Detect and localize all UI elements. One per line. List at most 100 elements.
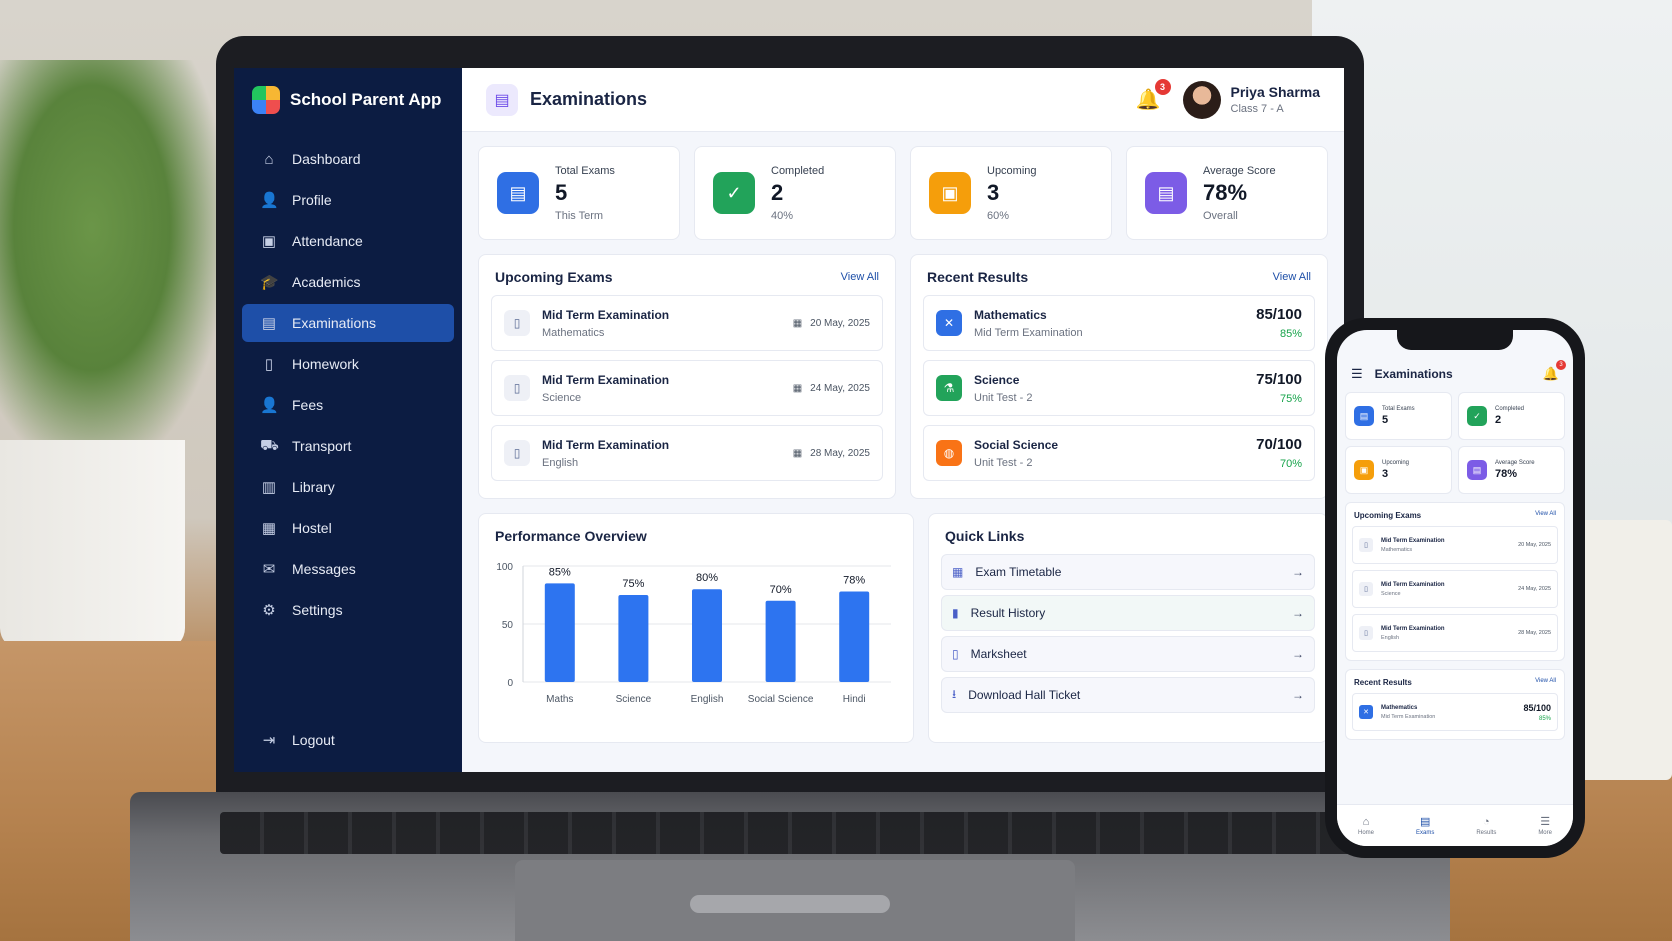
phone-nav-label: More bbox=[1538, 830, 1552, 836]
phone-result-item[interactable]: ✕ Mathematics Mid Term Examination 85/100 85… bbox=[1352, 693, 1558, 731]
sidebar-item-messages[interactable]: ✉ Messages bbox=[242, 550, 454, 588]
phone-exam-subject: Science bbox=[1381, 590, 1401, 597]
user-name: Priya Sharma bbox=[1230, 84, 1321, 100]
background-pot bbox=[0, 440, 185, 650]
phone-exam-subject: English bbox=[1381, 634, 1400, 641]
arrow-right-icon: → bbox=[1292, 606, 1304, 620]
sidebar-item-dashboard[interactable]: ⌂ Dashboard bbox=[242, 140, 454, 178]
sidebar-item-profile[interactable]: 👤 Profile bbox=[242, 181, 454, 219]
phone-notch bbox=[1397, 330, 1513, 350]
main-content: ▤ Examinations 🔔 3 Priya Sharma Class 7 … bbox=[462, 68, 1344, 772]
exam-title: Mid Term Examination bbox=[542, 307, 670, 322]
more-icon: ☰ bbox=[1540, 816, 1551, 828]
exam-list-item[interactable]: ▯ Mid Term Examination Mathematics ▦ 20 May,… bbox=[491, 295, 883, 351]
phone-stat-card: ▤ Average Score 78% bbox=[1458, 446, 1565, 494]
graduation-cap-icon: 🎓 bbox=[260, 274, 279, 291]
result-list-item[interactable]: ✕ Mathematics Mid Term Examination 85/100 85… bbox=[923, 295, 1315, 351]
result-list-item[interactable]: ◍ Social Science Unit Test - 2 70/100 70% bbox=[923, 425, 1315, 481]
exam-list-item[interactable]: ▯ Mid Term Examination Science ▦ 24 May, 202… bbox=[491, 360, 883, 416]
phone-notification-bell-icon[interactable]: 🔔 3 bbox=[1543, 360, 1566, 382]
calendar-icon: ▦ bbox=[792, 382, 803, 394]
phone-view-all-results-link[interactable]: View All bbox=[1535, 678, 1556, 687]
quick-link-download-hall-ticket[interactable]: ⭳ Download Hall Ticket → bbox=[941, 677, 1315, 713]
bar-value-label: 78% bbox=[843, 575, 865, 587]
exam-list-item[interactable]: ▯ Mid Term Examination English ▦ 28 May, 202… bbox=[491, 425, 883, 481]
stat-card: ▤ Total Exams 5 This Term bbox=[478, 146, 680, 240]
sidebar-item-settings[interactable]: ⚙ Settings bbox=[242, 591, 454, 629]
exam-title: Mid Term Examination bbox=[542, 437, 670, 452]
sidebar-nav: ⌂ Dashboard 👤 Profile ▣ Attendance 🎓 Academics ▤… bbox=[242, 140, 454, 629]
logout-icon: ⇥ bbox=[262, 732, 276, 749]
document-icon: ▯ bbox=[1359, 626, 1373, 640]
phone-nav-home[interactable]: ⌂ Home bbox=[1358, 816, 1374, 836]
gear-icon: ⚙ bbox=[262, 602, 276, 619]
stat-label: Completed bbox=[771, 164, 825, 177]
view-all-results-link[interactable]: View All bbox=[1273, 271, 1311, 283]
notification-bell-icon[interactable]: 🔔 3 bbox=[1136, 79, 1171, 112]
sidebar-item-label: Hostel bbox=[292, 520, 332, 536]
result-score: 85/100 bbox=[1256, 306, 1302, 323]
phone-exam-item[interactable]: ▯ Mid Term Examination Science 24 May, 2025 bbox=[1352, 570, 1558, 608]
result-subject: Social Science bbox=[974, 437, 1059, 452]
phone-nav-label: Exams bbox=[1415, 830, 1435, 836]
user-menu[interactable]: Priya Sharma Class 7 - A bbox=[1182, 80, 1321, 119]
phone-nav-results[interactable]: ◔ Results bbox=[1476, 816, 1496, 836]
view-all-upcoming-link[interactable]: View All bbox=[841, 271, 879, 283]
calendar-icon: ▦ bbox=[792, 447, 803, 459]
exam-date-text: 20 May, 2025 bbox=[810, 317, 870, 329]
phone-stat-label: Upcoming bbox=[1382, 460, 1410, 466]
result-score: 75/100 bbox=[1256, 371, 1302, 388]
calendar-check-icon: ▣ bbox=[261, 233, 277, 250]
phone-stat-card: ✓ Completed 2 bbox=[1458, 392, 1565, 440]
document-icon: ▯ bbox=[504, 310, 530, 336]
phone-exam-item[interactable]: ▯ Mid Term Examination Mathematics 20 May, … bbox=[1352, 526, 1558, 564]
sidebar-item-academics[interactable]: 🎓 Academics bbox=[242, 263, 454, 301]
stat-card: ✓ Completed 2 40% bbox=[694, 146, 896, 240]
phone-exam-item[interactable]: ▯ Mid Term Examination English 28 May, 2025 bbox=[1352, 614, 1558, 652]
quick-link-result-history[interactable]: ▮ Result History → bbox=[941, 595, 1315, 631]
building-icon: ▦ bbox=[261, 520, 277, 537]
upcoming-exams-panel: Upcoming Exams View All ▯ Mid Term Examin… bbox=[478, 254, 896, 499]
sidebar-item-transport[interactable]: ⛟ Transport bbox=[242, 427, 454, 465]
sidebar-item-fees[interactable]: 👤 Fees bbox=[242, 386, 454, 424]
phone-exam-date: 20 May, 2025 bbox=[1518, 542, 1551, 548]
stat-clipboard-icon: ▣ bbox=[929, 172, 971, 214]
sidebar-item-hostel[interactable]: ▦ Hostel bbox=[242, 509, 454, 547]
sidebar-item-label: Profile bbox=[292, 192, 332, 208]
exam-date-text: 24 May, 2025 bbox=[810, 382, 870, 394]
exam-date: ▦ 24 May, 2025 bbox=[793, 383, 870, 394]
download-icon: ⭳ bbox=[952, 686, 957, 701]
sidebar-item-homework[interactable]: ▯ Homework bbox=[242, 345, 454, 383]
phone-view-all-upcoming-link[interactable]: View All bbox=[1535, 511, 1556, 520]
stats-row: ▤ Total Exams 5 This Term ✓ Completed 2 40% ▣ Upc… bbox=[478, 146, 1328, 240]
phone-device: ☰ Examinations 🔔 3 ▤ Total Exams 5 ✓ Complet… bbox=[1325, 318, 1585, 858]
stat-value: 2 bbox=[771, 179, 784, 205]
phone-nav-exams[interactable]: ▤ Exams bbox=[1416, 815, 1434, 836]
quick-link-marksheet[interactable]: ▯ Marksheet → bbox=[941, 636, 1315, 672]
quick-link-exam-timetable[interactable]: ▦ Exam Timetable → bbox=[941, 554, 1315, 590]
result-list-item[interactable]: ⚗ Science Unit Test - 2 75/100 75% bbox=[923, 360, 1315, 416]
phone-nav-more[interactable]: ☰ More bbox=[1538, 815, 1552, 836]
quick-link-label: Exam Timetable bbox=[975, 565, 1062, 579]
exam-date: ▦ 20 May, 2025 bbox=[793, 318, 870, 329]
logout-button[interactable]: ⇥ Logout bbox=[242, 721, 454, 759]
user-icon: 👤 bbox=[260, 192, 279, 209]
sidebar-item-library[interactable]: ▥ Library bbox=[242, 468, 454, 506]
document-icon: ▯ bbox=[1359, 582, 1373, 596]
phone-stat-value: 3 bbox=[1382, 468, 1389, 480]
hamburger-menu-icon[interactable]: ☰ bbox=[1351, 366, 1363, 382]
stat-sub: Overall bbox=[1203, 209, 1238, 222]
brand[interactable]: School Parent App bbox=[242, 82, 454, 140]
sidebar-item-attendance[interactable]: ▣ Attendance bbox=[242, 222, 454, 260]
performance-panel: Performance Overview 100 50 0 85% Maths 75% Sc… bbox=[478, 513, 914, 743]
phone-panel-title: Recent Results bbox=[1354, 678, 1412, 687]
result-exam: Mid Term Examination bbox=[974, 326, 1083, 339]
sidebar-item-examinations[interactable]: ▤ Examinations bbox=[242, 304, 454, 342]
stat-label: Upcoming bbox=[987, 164, 1037, 177]
phone-page-title: Examinations bbox=[1374, 367, 1453, 381]
result-subject: Mathematics bbox=[974, 307, 1047, 322]
sidebar-item-label: Homework bbox=[292, 356, 359, 372]
exam-title: Mid Term Examination bbox=[542, 372, 670, 387]
stat-sub: 40% bbox=[771, 209, 794, 222]
performance-chart: 100 50 0 85% Maths 75% Science 80% English 70% Soc… bbox=[496, 562, 891, 705]
